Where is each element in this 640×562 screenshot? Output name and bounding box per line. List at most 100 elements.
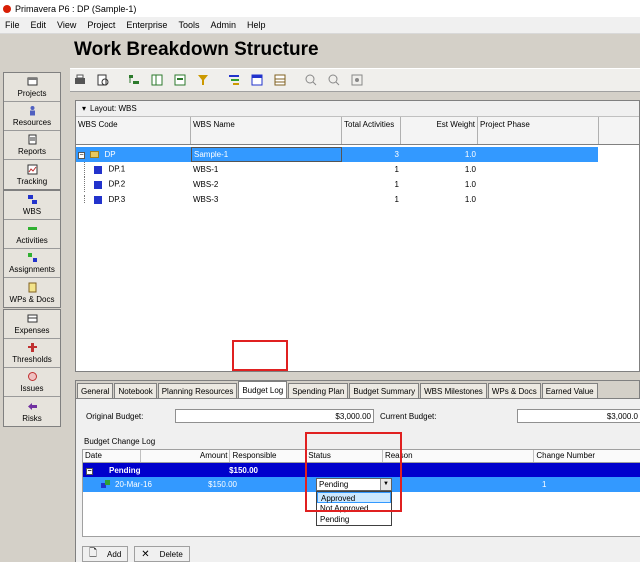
tab-planning-resources[interactable]: Planning Resources — [157, 383, 238, 398]
change-log-title: Budget Change Log — [84, 437, 156, 446]
print-preview-icon[interactable] — [96, 73, 110, 87]
col-responsible[interactable]: Responsible — [230, 450, 307, 462]
est-weight: 1.0 — [464, 150, 476, 159]
thresholds-icon — [27, 343, 37, 352]
tab-spending-plan[interactable]: Spending Plan — [288, 383, 349, 398]
app-logo-icon — [3, 4, 11, 13]
nav-resources[interactable]: Resources — [4, 102, 60, 131]
col-wbs-name[interactable]: WBS Name — [191, 117, 342, 144]
est-weight: 1.0 — [464, 180, 476, 189]
risks-icon — [27, 402, 37, 410]
nav-issues[interactable]: Issues — [4, 368, 60, 397]
print-icon[interactable] — [73, 73, 87, 87]
nav-expenses[interactable]: Expenses — [4, 310, 60, 339]
menu-edit[interactable]: Edit — [26, 20, 53, 30]
delete-button[interactable]: ✕ Delete — [134, 546, 190, 562]
zoom-out-icon[interactable] — [327, 73, 341, 87]
layout-chevron-icon[interactable]: ▾ — [82, 104, 86, 113]
layout-icon[interactable] — [250, 73, 264, 87]
tab-general[interactable]: General — [77, 383, 114, 398]
wbs-name[interactable]: Sample-1 — [191, 147, 342, 162]
add-label: Add — [107, 549, 122, 559]
nav-thresholds[interactable]: Thresholds — [4, 339, 60, 368]
tab-budget-summary[interactable]: Budget Summary — [349, 383, 420, 398]
nav-activities[interactable]: Activities — [4, 220, 60, 249]
log-change-number: 1 — [542, 480, 547, 489]
original-budget-field[interactable]: $3,000.00 — [175, 409, 374, 423]
group-sort-icon[interactable] — [227, 73, 241, 87]
nav-projects[interactable]: Projects — [4, 73, 60, 102]
bars-icon[interactable] — [173, 73, 187, 87]
tab-wbs-milestones[interactable]: WBS Milestones — [420, 383, 487, 398]
menu-view[interactable]: View — [52, 20, 82, 30]
page-header: Work Breakdown Structure — [70, 34, 640, 66]
nav-label: WPs & Docs — [9, 294, 55, 304]
tab-budget-log[interactable]: Budget Log — [238, 381, 288, 398]
wbs-node-icon — [94, 180, 103, 189]
wbs-code: DP — [104, 150, 116, 159]
status-callout — [305, 432, 402, 512]
col-total-activities[interactable]: Total Activities — [342, 117, 401, 144]
nav-group-1: Projects Resources Reports Tracking — [3, 72, 61, 190]
col-reason[interactable]: Reason — [383, 450, 535, 462]
menu-admin[interactable]: Admin — [205, 20, 242, 30]
budget-fields: Original Budget: $3,000.00 Current Budge… — [76, 409, 640, 425]
menu-enterprise[interactable]: Enterprise — [121, 20, 173, 30]
table-icon[interactable] — [273, 73, 287, 87]
tab-earned-value[interactable]: Earned Value — [541, 383, 598, 398]
nav-wps-docs[interactable]: WPs & Docs — [4, 278, 60, 307]
table-row[interactable]: DP.1 WBS-1 1 1.0 — [76, 162, 639, 177]
collapse-icon[interactable]: − — [78, 152, 85, 159]
menu-help[interactable]: Help — [242, 20, 272, 30]
current-budget-field: $3,000.0 — [517, 409, 640, 423]
delete-label: Delete — [159, 549, 183, 559]
columns-icon[interactable] — [150, 73, 164, 87]
expenses-icon — [27, 314, 37, 323]
nav-reports[interactable]: Reports — [4, 131, 60, 160]
col-project-phase[interactable]: Project Phase — [478, 117, 599, 144]
nav-label: Reports — [17, 147, 46, 156]
nav-group-2: WBS Activities Assignments WPs & Docs — [3, 190, 61, 308]
est-weight: 1.0 — [464, 165, 476, 174]
zoom-fit-icon[interactable] — [350, 73, 364, 87]
table-row[interactable]: − DP Sample-1 3 1.0 — [76, 147, 598, 162]
table-row[interactable]: DP.3 WBS-3 1 1.0 — [76, 192, 639, 207]
filter-icon[interactable] — [196, 73, 210, 87]
wbs-grid: ▾ Layout: WBS WBS Code WBS Name Total Ac… — [75, 100, 640, 372]
add-button[interactable]: 🗋 Add — [82, 546, 129, 562]
tab-notebook[interactable]: Notebook — [114, 383, 157, 398]
nav-label: Issues — [20, 384, 44, 393]
tab-wps-docs[interactable]: WPs & Docs — [487, 383, 541, 398]
nav-assignments[interactable]: Assignments — [4, 249, 60, 278]
wbs-code: DP.3 — [108, 195, 126, 204]
nav-label: Assignments — [9, 265, 55, 274]
current-budget-label: Current Budget: — [380, 412, 437, 421]
menu-project[interactable]: Project — [82, 20, 121, 30]
issues-icon — [27, 372, 37, 381]
col-est-weight[interactable]: Est Weight — [401, 117, 478, 144]
col-change-number[interactable]: Change Number — [534, 450, 640, 462]
status-option-pending[interactable]: Pending — [317, 514, 391, 525]
menu-tools[interactable]: Tools — [173, 20, 205, 30]
menu-file[interactable]: File — [0, 20, 26, 30]
nav-label: Projects — [17, 89, 47, 98]
group-amount: $150.00 — [229, 465, 258, 475]
indent-icon[interactable] — [127, 73, 141, 87]
resources-icon — [29, 106, 35, 116]
wbs-icon — [27, 195, 37, 204]
est-weight: 1.0 — [464, 195, 476, 204]
layout-bar[interactable]: ▾ Layout: WBS — [76, 101, 639, 117]
zoom-in-icon[interactable] — [304, 73, 318, 87]
nav-wbs[interactable]: WBS — [4, 191, 60, 220]
original-budget-label: Original Budget: — [86, 412, 144, 421]
collapse-icon[interactable]: − — [86, 467, 93, 475]
nav-tracking[interactable]: Tracking — [4, 160, 60, 189]
nav-risks[interactable]: Risks — [4, 397, 60, 426]
col-amount[interactable]: Amount — [141, 450, 231, 462]
wbs-code: DP.2 — [108, 179, 126, 189]
nav-label: Thresholds — [12, 355, 52, 364]
col-wbs-code[interactable]: WBS Code — [76, 117, 191, 144]
col-date[interactable]: Date — [83, 450, 141, 462]
table-row[interactable]: DP.2 WBS-2 1 1.0 — [76, 177, 639, 192]
new-document-icon: 🗋 — [89, 547, 98, 559]
